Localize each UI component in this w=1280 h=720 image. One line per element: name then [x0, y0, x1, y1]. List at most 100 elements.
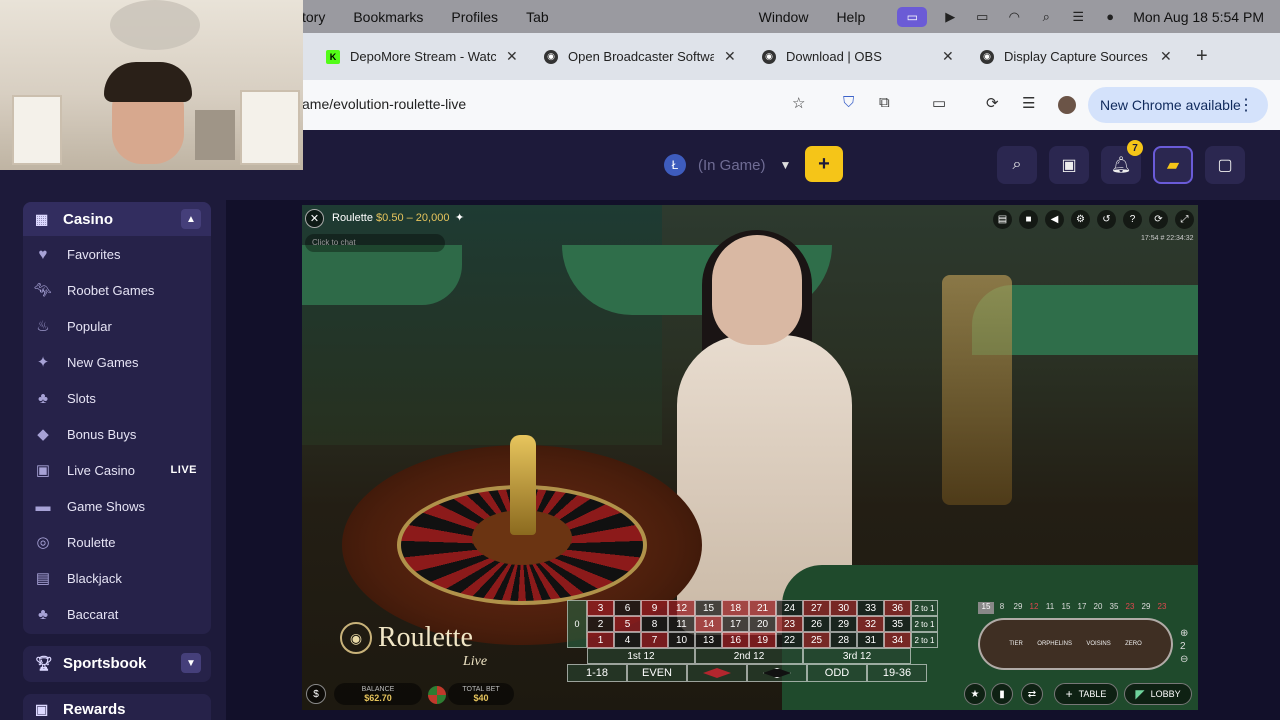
bet-19-36[interactable]: 19-36 [867, 664, 927, 682]
reading-list-icon[interactable]: ☰ [1022, 94, 1035, 112]
bet-number-31[interactable]: 31 [857, 632, 884, 648]
bet-number-20[interactable]: 20 [749, 616, 776, 632]
bet-number-27[interactable]: 27 [803, 600, 830, 616]
fullscreen-icon[interactable]: ⤢ [1175, 210, 1194, 229]
menu-help[interactable]: Help [836, 9, 865, 25]
chevron-up-icon[interactable]: ▲ [181, 209, 201, 229]
sidebar-item-popular[interactable]: ♨ Popular [23, 308, 211, 344]
bet-number-5[interactable]: 5 [614, 616, 641, 632]
bet-dozen-3[interactable]: 3rd 12 [803, 648, 911, 664]
bet-black[interactable] [747, 664, 807, 682]
history-icon[interactable]: ↺ [1097, 210, 1116, 229]
bet-number-34[interactable]: 34 [884, 632, 911, 648]
wallet-selector[interactable]: Ł (In Game) ▼ [660, 147, 800, 183]
rewards-panel[interactable]: ▣ Rewards [23, 694, 211, 720]
table-button[interactable]: + TABLE [1054, 683, 1118, 705]
bet-number-12[interactable]: 12 [668, 600, 695, 616]
sidebar-item-blackjack[interactable]: ▤ Blackjack [23, 560, 211, 596]
bookmark-star-icon[interactable]: ☆ [792, 94, 805, 112]
extensions-icon[interactable]: ⧉ [879, 94, 890, 111]
lobby-button[interactable]: ◤ LOBBY [1124, 683, 1192, 705]
tab-download-obs[interactable]: ◉ Download | OBS ✕ [762, 41, 954, 72]
bet-number-23[interactable]: 23 [776, 616, 803, 632]
racetrack-tier[interactable]: TIER [1009, 641, 1023, 647]
control-center-icon[interactable]: ☰ [1069, 9, 1087, 24]
menu-window[interactable]: Window [759, 9, 809, 25]
bet-number-24[interactable]: 24 [776, 600, 803, 616]
bet-red[interactable] [687, 664, 747, 682]
bet-number-4[interactable]: 4 [614, 632, 641, 648]
refresh-icon[interactable]: ⟳ [1149, 210, 1168, 229]
menu-tab[interactable]: Tab [526, 9, 549, 25]
menu-history[interactable]: tory [302, 9, 325, 25]
bet-number-18[interactable]: 18 [722, 600, 749, 616]
new-tab-icon[interactable]: + [1196, 45, 1208, 68]
sidebar-item-roobet-games[interactable]: 🦘︎ Roobet Games [23, 272, 211, 308]
menu-profiles[interactable]: Profiles [451, 9, 498, 25]
siri-icon[interactable]: ● [1101, 9, 1119, 24]
menu-bookmarks[interactable]: Bookmarks [353, 9, 423, 25]
notifications-button[interactable]: 🔔︎ 7 [1101, 140, 1143, 184]
close-tab-icon[interactable]: ✕ [724, 48, 736, 65]
bet-number-13[interactable]: 13 [695, 632, 722, 648]
tab-depomore[interactable]: K DepoMore Stream - Watch ✕ [326, 41, 518, 72]
chat-input[interactable]: Click to chat [305, 234, 445, 252]
search-icon[interactable]: ⌕ [1037, 9, 1055, 24]
bet-zero[interactable]: 0 [567, 600, 587, 648]
bet-number-11[interactable]: 11 [668, 616, 695, 632]
bet-number-25[interactable]: 25 [803, 632, 830, 648]
chat-button[interactable]: ▢ [1205, 146, 1245, 184]
bet-number-21[interactable]: 21 [749, 600, 776, 616]
bet-number-7[interactable]: 7 [641, 632, 668, 648]
sound-icon[interactable]: ◀ [1045, 210, 1064, 229]
sidebar-item-baccarat[interactable]: ♣ Baccarat [23, 596, 211, 632]
sync-extension-icon[interactable]: ⟳ [986, 94, 999, 112]
dollar-icon[interactable]: $ [306, 684, 326, 704]
racetrack-zero[interactable]: ZERO [1125, 641, 1142, 647]
sidebar-item-slots[interactable]: ♣ Slots [23, 380, 211, 416]
bet-number-8[interactable]: 8 [641, 616, 668, 632]
bet-number-2[interactable]: 2 [587, 616, 614, 632]
help-icon[interactable]: ? [1123, 210, 1142, 229]
kebab-menu-icon[interactable]: ⋮ [1238, 95, 1254, 115]
bet-number-15[interactable]: 15 [695, 600, 722, 616]
bet-number-9[interactable]: 9 [641, 600, 668, 616]
chat-toggle-icon[interactable]: ▤ [993, 210, 1012, 229]
battery-icon[interactable]: ▭ [973, 9, 991, 24]
bet-number-14[interactable]: 14 [695, 616, 722, 632]
play-circle-icon[interactable]: ▶ [941, 9, 959, 24]
bet-number-6[interactable]: 6 [614, 600, 641, 616]
close-tab-icon[interactable]: ✕ [506, 48, 518, 65]
chevron-down-icon[interactable]: ▼ [181, 653, 201, 673]
shield-extension-icon[interactable]: ⛉ [843, 94, 854, 111]
casino-section-header[interactable]: ▦ Casino ▲ [23, 202, 211, 236]
sidebar-item-game-shows[interactable]: ▬ Game Shows [23, 488, 211, 524]
chrome-update-button[interactable]: New Chrome available ⋮ [1088, 87, 1268, 123]
bet-number-3[interactable]: 3 [587, 600, 614, 616]
bet-column-3[interactable]: 2 to 1 [911, 600, 938, 616]
vip-button[interactable]: ▰ [1153, 146, 1193, 184]
settings-gear-icon[interactable]: ⚙ [1071, 210, 1090, 229]
wifi-icon[interactable]: ◠ [1005, 9, 1023, 24]
profile-avatar[interactable] [1058, 96, 1076, 114]
bet-1-18[interactable]: 1-18 [567, 664, 627, 682]
close-tab-icon[interactable]: ✕ [942, 48, 954, 65]
deposit-button[interactable]: + [805, 146, 843, 182]
racetrack-bet-panel[interactable]: TIER ORPHELINS VOISINS ZERO [978, 618, 1173, 670]
bet-number-16[interactable]: 16 [722, 632, 749, 648]
bet-dozen-1[interactable]: 1st 12 [587, 648, 695, 664]
url-field[interactable]: ame/evolution-roulette-live [302, 96, 466, 112]
bet-column-2[interactable]: 2 to 1 [911, 616, 938, 632]
racetrack-orphelins[interactable]: ORPHELINS [1037, 641, 1072, 647]
bet-column-1[interactable]: 2 to 1 [911, 632, 938, 648]
bet-number-32[interactable]: 32 [857, 616, 884, 632]
bet-number-19[interactable]: 19 [749, 632, 776, 648]
close-tab-icon[interactable]: ✕ [1160, 48, 1172, 65]
bet-dozen-2[interactable]: 2nd 12 [695, 648, 803, 664]
bet-number-33[interactable]: 33 [857, 600, 884, 616]
gift-button[interactable]: ▣ [1049, 146, 1089, 184]
sidebar-item-bonus-buys[interactable]: ◆ Bonus Buys [23, 416, 211, 452]
bet-number-26[interactable]: 26 [803, 616, 830, 632]
pin-icon[interactable]: ✦ [455, 211, 464, 224]
favourites-star-icon[interactable]: ★ [964, 683, 986, 705]
